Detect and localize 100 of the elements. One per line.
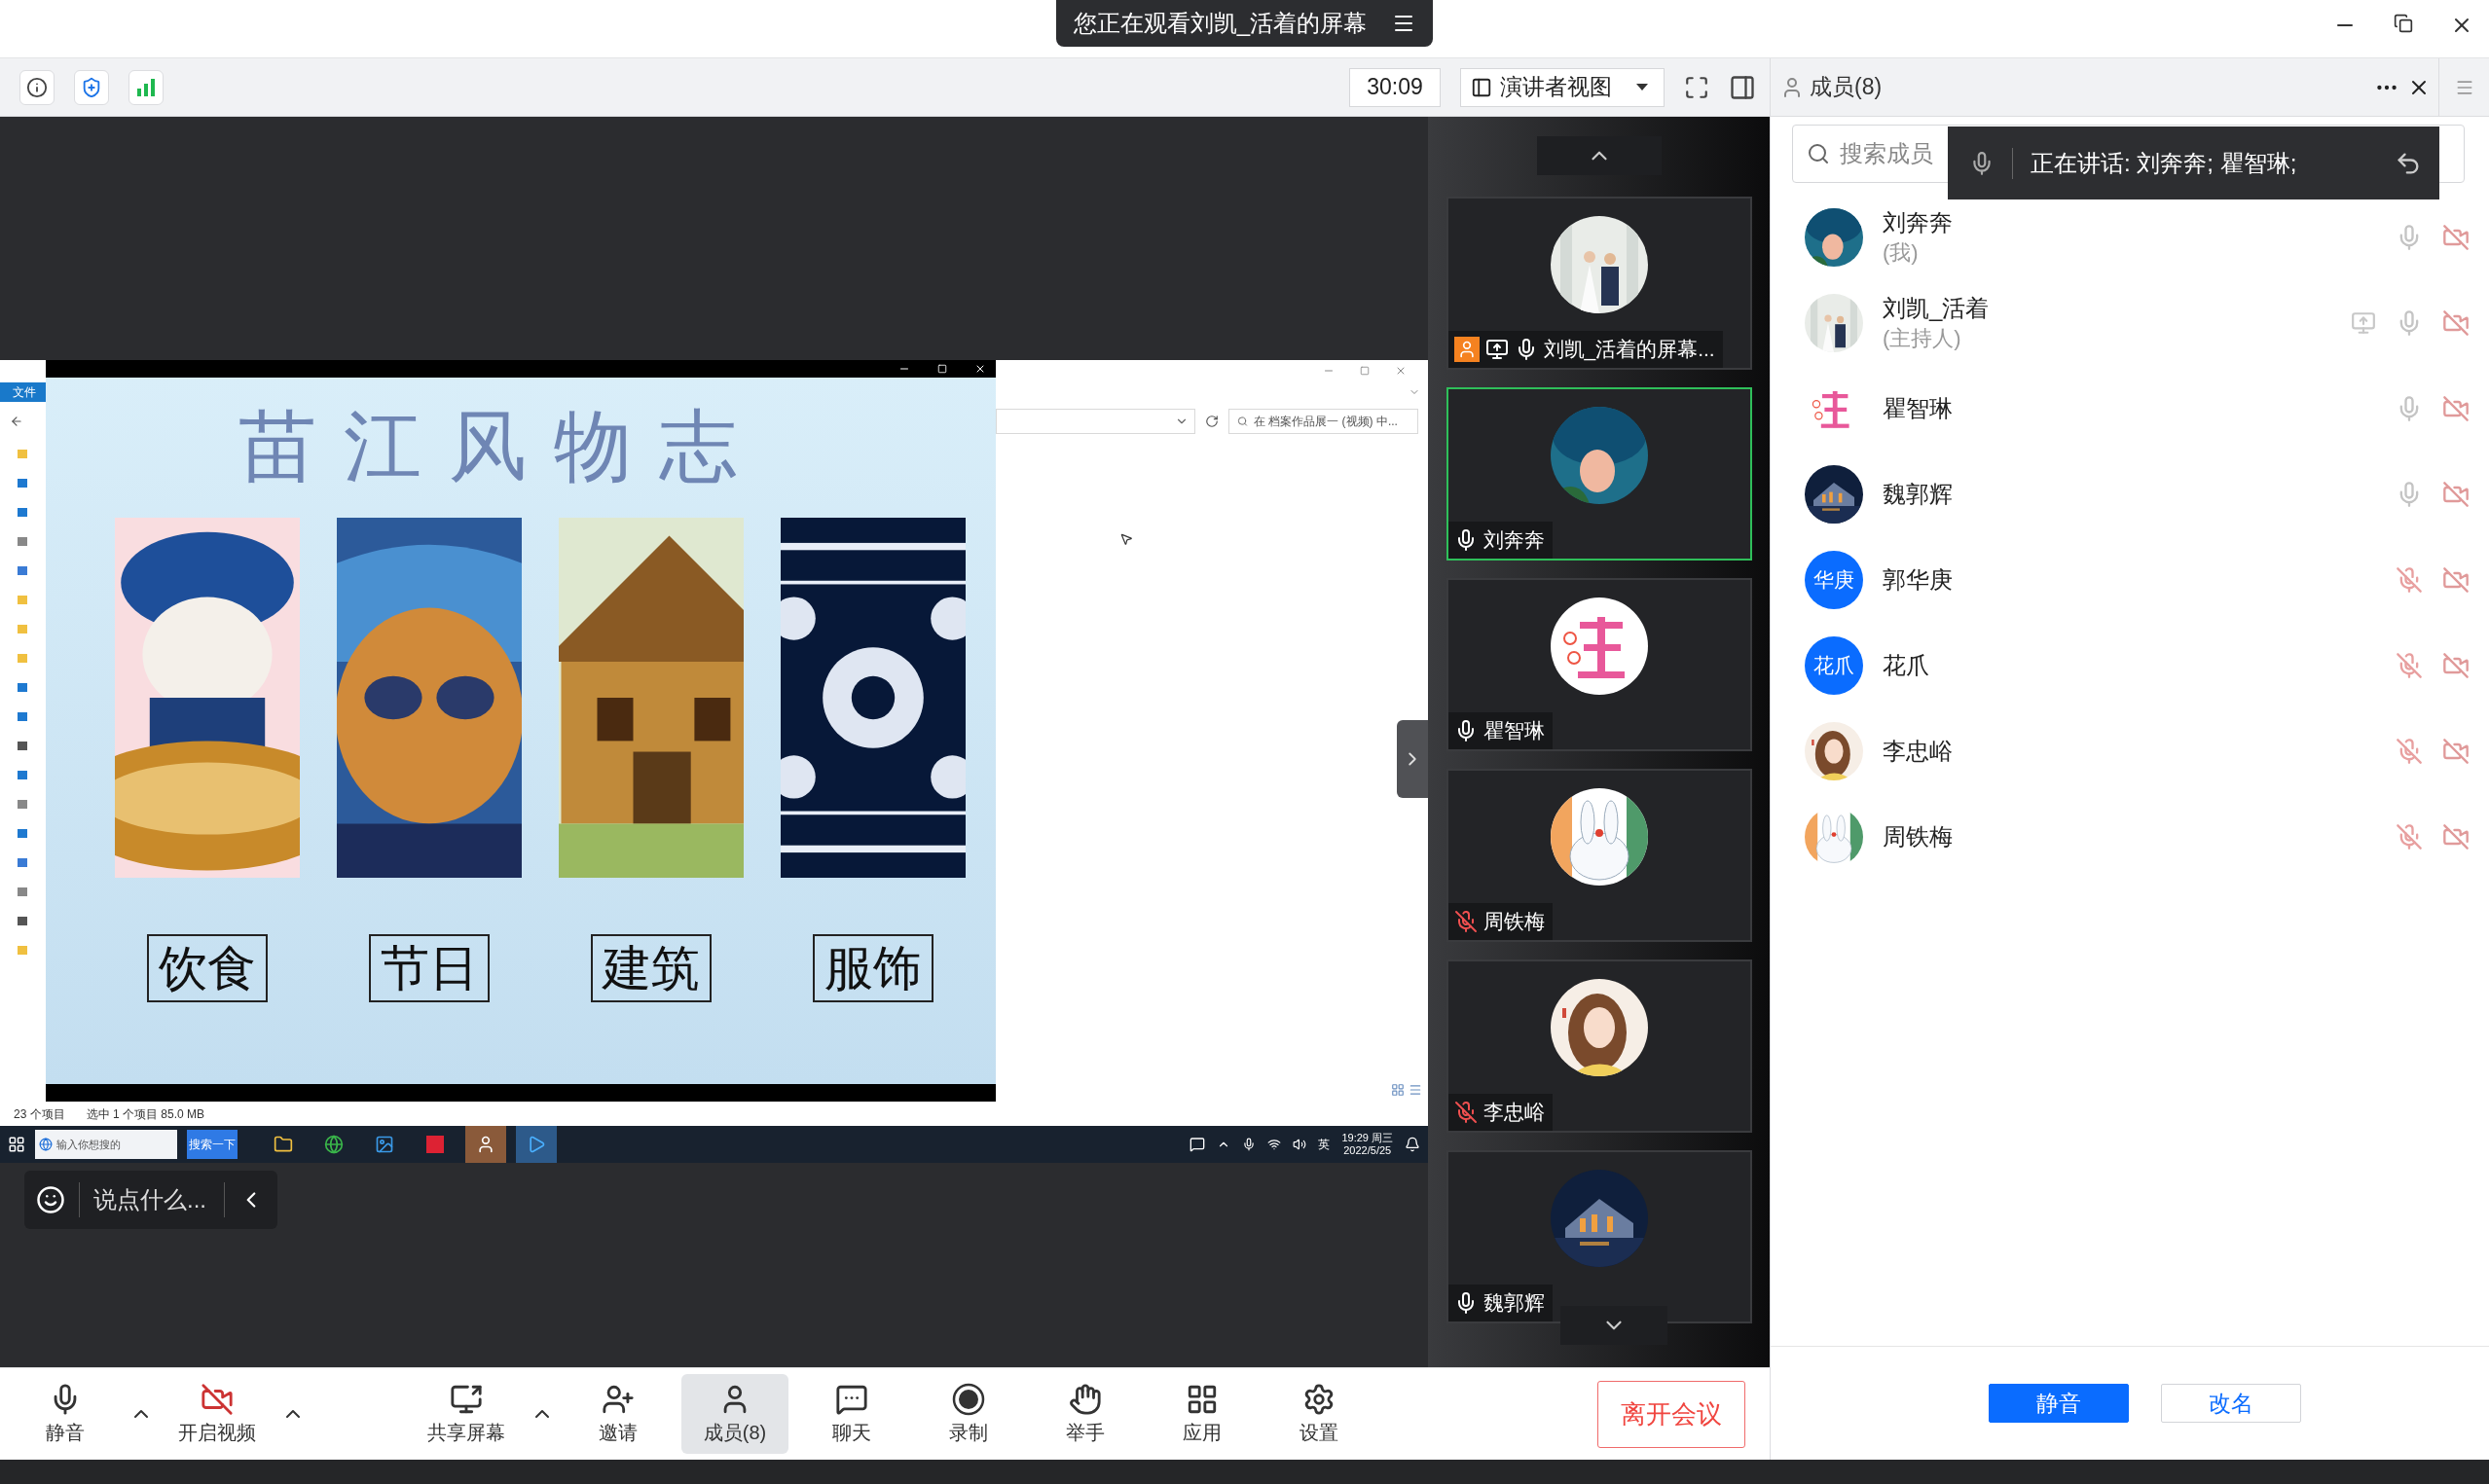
video-tile[interactable]: 李忠峪 bbox=[1446, 959, 1752, 1133]
item-count: 23 个项目 bbox=[14, 1105, 65, 1123]
toolbar-button[interactable]: 举手 bbox=[1032, 1374, 1139, 1454]
taskbar-app-button[interactable] bbox=[465, 1126, 506, 1163]
search-input[interactable]: 在 档案作品展一 (视频) 中... bbox=[1253, 415, 1417, 428]
camera-off-icon[interactable] bbox=[2442, 395, 2470, 422]
member-name: 魏郭辉 bbox=[1883, 480, 1953, 510]
toolbar-button[interactable]: 共享屏幕 bbox=[413, 1374, 520, 1454]
settings-icon bbox=[1302, 1382, 1336, 1416]
restore-icon[interactable] bbox=[2394, 14, 2413, 33]
hand-icon bbox=[1069, 1382, 1102, 1416]
network-button[interactable] bbox=[128, 69, 164, 105]
banner-text: 您正在观看刘凯_活着的屏幕 bbox=[1073, 9, 1368, 38]
member-row[interactable]: 刘凯_活着 (主持人) bbox=[1771, 280, 2489, 366]
user-icon bbox=[476, 1135, 495, 1154]
fullscreen-icon[interactable] bbox=[1684, 74, 1709, 100]
camera-off-icon[interactable] bbox=[2442, 224, 2470, 251]
muted-microphone-icon[interactable] bbox=[2396, 652, 2423, 679]
camera-off-icon[interactable] bbox=[2442, 652, 2470, 679]
view-mode-button[interactable]: 演讲者视图 bbox=[1460, 67, 1665, 107]
tray-icon bbox=[1190, 1137, 1206, 1152]
search-field[interactable]: 在 档案作品展一 (视频) 中... bbox=[1228, 409, 1418, 434]
emoji-icon[interactable] bbox=[36, 1185, 65, 1214]
member-row[interactable]: 刘奔奔 (我) bbox=[1771, 195, 2489, 280]
toolbar-button[interactable]: 开启视频 bbox=[164, 1374, 271, 1454]
member-name: 刘凯_活着 bbox=[1883, 293, 1990, 323]
back-icon[interactable] bbox=[10, 415, 23, 428]
camera-off-icon[interactable] bbox=[2442, 309, 2470, 337]
layout-icon bbox=[1471, 76, 1492, 98]
refresh-icon[interactable] bbox=[1205, 415, 1219, 428]
taskbar-app-button[interactable] bbox=[516, 1126, 557, 1163]
video-tile[interactable]: 周铁梅 bbox=[1446, 769, 1752, 942]
record-icon bbox=[952, 1382, 985, 1416]
panel-title: 成员(8) bbox=[1810, 73, 1883, 101]
category-label: 建筑 bbox=[591, 934, 712, 1002]
chat-input[interactable]: 说点什么... bbox=[79, 1182, 225, 1217]
participant-name: 刘奔奔 bbox=[1482, 527, 1545, 553]
taskbar-clock[interactable]: 19:29 周三 2022/5/25 bbox=[1341, 1131, 1393, 1158]
video-tile[interactable]: 刘凯_活着的屏幕... bbox=[1446, 197, 1752, 370]
caret-icon bbox=[1636, 84, 1648, 90]
leave-meeting-button[interactable]: 离开会议 bbox=[1597, 1380, 1745, 1448]
member-name: 花爪 bbox=[1883, 651, 1929, 681]
panel-button[interactable]: 静音 bbox=[1988, 1384, 2129, 1423]
muted-microphone-icon[interactable] bbox=[2396, 823, 2423, 851]
search-icon bbox=[1237, 416, 1248, 427]
member-row[interactable]: 瞿智琳 bbox=[1771, 366, 2489, 452]
video-tile[interactable]: 魏郭辉 bbox=[1446, 1150, 1752, 1323]
browser-icon bbox=[39, 1137, 53, 1152]
tray-microphone-icon bbox=[1242, 1138, 1257, 1151]
participant-name: 魏郭辉 bbox=[1482, 1290, 1545, 1316]
toolbar-button[interactable]: 邀请 bbox=[565, 1374, 672, 1454]
input-method-indicator[interactable]: 英 bbox=[1318, 1136, 1331, 1153]
toolbar-button[interactable]: 静音 bbox=[12, 1374, 119, 1454]
collapse-handle[interactable] bbox=[1397, 720, 1428, 798]
toolbar-button[interactable]: 录制 bbox=[915, 1374, 1022, 1454]
avatar: 花爪 bbox=[1805, 636, 1863, 695]
chat-input-field[interactable]: 说点什么... bbox=[24, 1171, 277, 1229]
toolbar-button[interactable]: 聊天 bbox=[798, 1374, 905, 1454]
member-name: 刘奔奔 bbox=[1883, 207, 1953, 237]
image-icon[interactable] bbox=[375, 1135, 394, 1154]
security-button[interactable] bbox=[74, 69, 109, 105]
member-name: 周铁梅 bbox=[1883, 822, 1953, 852]
participant-name: 周铁梅 bbox=[1482, 909, 1545, 934]
camera-off-icon[interactable] bbox=[2442, 566, 2470, 594]
panel-button[interactable]: 改名 bbox=[2160, 1384, 2301, 1423]
search-input[interactable]: 输入你想搜的 bbox=[55, 1139, 177, 1150]
member-row[interactable]: 魏郭辉 bbox=[1771, 452, 2489, 537]
muted-microphone-icon[interactable] bbox=[2396, 738, 2423, 765]
globe-icon[interactable] bbox=[324, 1135, 344, 1154]
toolbar-button[interactable]: 设置 bbox=[1265, 1374, 1373, 1454]
signal-bars-icon[interactable] bbox=[136, 78, 156, 96]
member-row[interactable]: 花爪 花爪 bbox=[1771, 623, 2489, 708]
video-tile[interactable]: 刘奔奔 bbox=[1446, 387, 1752, 561]
list-view-icon[interactable] bbox=[1409, 1083, 1422, 1097]
address-field[interactable] bbox=[996, 409, 1195, 434]
member-row[interactable]: 华庚 郭华庚 bbox=[1771, 537, 2489, 623]
folder-icon[interactable] bbox=[274, 1135, 293, 1154]
member-row[interactable]: 周铁梅 bbox=[1771, 794, 2489, 880]
start-icon[interactable] bbox=[8, 1136, 25, 1153]
muted-microphone-icon[interactable] bbox=[2396, 566, 2423, 594]
search-icon bbox=[1807, 142, 1830, 165]
toolbar-button[interactable]: 成员(8) bbox=[681, 1374, 788, 1454]
toolbar-button[interactable]: 应用 bbox=[1149, 1374, 1256, 1454]
camera-off-icon bbox=[201, 1382, 234, 1416]
participant-name: 李忠峪 bbox=[1482, 1100, 1545, 1125]
video-tile[interactable]: 瞿智琳 bbox=[1446, 578, 1752, 751]
member-row[interactable]: 李忠峪 bbox=[1771, 708, 2489, 794]
camera-off-icon[interactable] bbox=[2442, 823, 2470, 851]
participant-name: 瞿智琳 bbox=[1482, 718, 1545, 743]
ribbon-tab[interactable]: 文件 bbox=[0, 382, 49, 402]
notification-icon[interactable] bbox=[1405, 1137, 1420, 1152]
info-button[interactable] bbox=[19, 69, 55, 105]
side-panel-icon[interactable] bbox=[1729, 73, 1756, 101]
search-button[interactable]: 搜索一下 bbox=[187, 1130, 238, 1159]
camera-off-icon[interactable] bbox=[2442, 738, 2470, 765]
taskbar-search-field[interactable]: 输入你想搜的 bbox=[35, 1130, 177, 1159]
camera-off-icon[interactable] bbox=[2442, 481, 2470, 508]
close-icon[interactable] bbox=[974, 363, 986, 375]
details-view-icon[interactable] bbox=[1391, 1083, 1405, 1097]
mouse-cursor-icon bbox=[1119, 532, 1133, 546]
